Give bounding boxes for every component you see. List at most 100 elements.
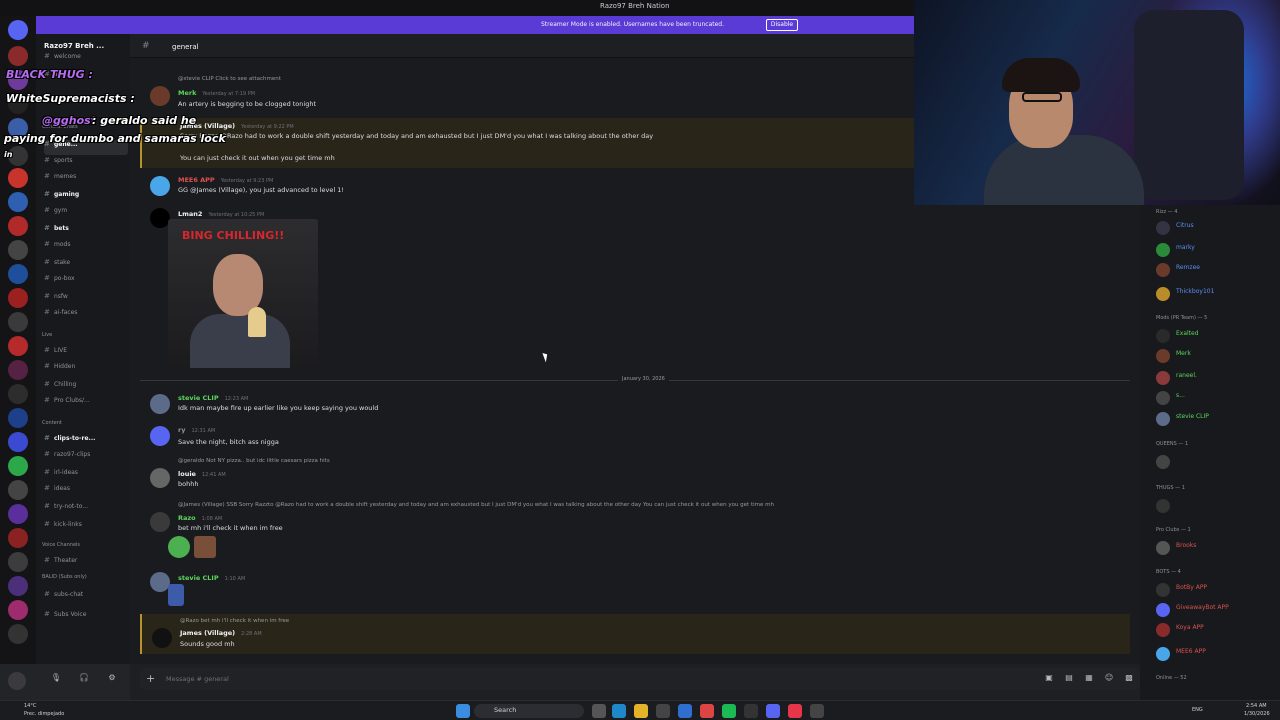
- channel-item[interactable]: # Subs Voice: [44, 610, 128, 625]
- channel-category[interactable]: Live: [42, 332, 52, 338]
- member-item[interactable]: Koya APP: [1156, 623, 1276, 637]
- channel-category[interactable]: BALID (Subs only): [42, 574, 87, 580]
- gift-icon[interactable]: ▣: [1044, 673, 1054, 683]
- channel-item[interactable]: # po-box: [44, 274, 128, 289]
- apps-icon[interactable]: ▩: [1124, 673, 1134, 683]
- member-item[interactable]: [1156, 499, 1276, 513]
- message-input[interactable]: [166, 672, 986, 686]
- microphone-icon[interactable]: 🎙: [50, 673, 62, 685]
- server-icon[interactable]: [8, 336, 28, 356]
- reply-preview[interactable]: @stevie CLIP Click to see attachment: [178, 76, 281, 82]
- member-item[interactable]: Merk: [1156, 349, 1276, 363]
- reply-preview[interactable]: @Razo bet mh i'll check it when im free: [180, 618, 289, 624]
- server-icon[interactable]: [8, 312, 28, 332]
- channel-item[interactable]: # welcome: [44, 52, 128, 67]
- avatar[interactable]: [150, 208, 170, 228]
- server-icon[interactable]: [8, 480, 28, 500]
- channel-item[interactable]: # Hidden: [44, 362, 128, 377]
- channel-item[interactable]: # nsfw: [44, 292, 128, 307]
- task-view-icon[interactable]: [592, 704, 606, 718]
- obs-icon[interactable]: [744, 704, 758, 718]
- message-author[interactable]: stevie CLIP 1:10 AM: [178, 574, 245, 582]
- member-item[interactable]: Thickboy101: [1156, 287, 1276, 301]
- file-explorer-icon[interactable]: [634, 704, 648, 718]
- channel-item[interactable]: # bets: [44, 224, 128, 239]
- message-highlighted[interactable]: @Razo bet mh i'll check it when im free …: [140, 614, 1130, 654]
- server-icon[interactable]: [8, 384, 28, 404]
- avatar[interactable]: [150, 468, 170, 488]
- reply-preview[interactable]: @James (Village) SSB Sorry Razzto @Razo …: [178, 502, 774, 508]
- attachment-image[interactable]: [168, 584, 184, 606]
- headphones-icon[interactable]: 🎧: [78, 673, 90, 685]
- discord-taskbar-icon[interactable]: [766, 704, 780, 718]
- discord-home-icon[interactable]: [8, 20, 28, 40]
- server-icon[interactable]: [8, 216, 28, 236]
- language-indicator[interactable]: ENG: [1192, 707, 1203, 713]
- channel-item[interactable]: # Theater: [44, 556, 128, 571]
- server-icon[interactable]: [8, 264, 28, 284]
- bot-avatar[interactable]: [150, 176, 170, 196]
- weather-temp[interactable]: 14°C: [24, 703, 36, 709]
- server-icon[interactable]: [8, 600, 28, 620]
- message-author[interactable]: Lman2 Yesterday at 10:25 PM: [178, 210, 264, 218]
- server-icon[interactable]: [8, 408, 28, 428]
- server-icon[interactable]: [8, 192, 28, 212]
- server-icon[interactable]: [8, 288, 28, 308]
- mail-icon[interactable]: [678, 704, 692, 718]
- store-icon[interactable]: [656, 704, 670, 718]
- channel-item[interactable]: # Pro Clubs/...: [44, 396, 128, 411]
- member-item[interactable]: MEE6 APP: [1156, 647, 1276, 661]
- message-author[interactable]: MEE6 APP Yesterday at 9:23 PM: [178, 176, 273, 184]
- settings-gear-icon[interactable]: ⚙: [106, 673, 118, 685]
- app-icon[interactable]: [810, 704, 824, 718]
- member-item[interactable]: BotBy APP: [1156, 583, 1276, 597]
- chrome-icon[interactable]: [700, 704, 714, 718]
- server-icon[interactable]: [8, 360, 28, 380]
- message-author[interactable]: James (Village) Yesterday at 9:22 PM: [180, 122, 294, 130]
- channel-item[interactable]: # razo97-clips: [44, 450, 128, 465]
- sticker-icon[interactable]: ▦: [1084, 673, 1094, 683]
- channel-item[interactable]: # irl-ideas: [44, 468, 128, 483]
- channel-category[interactable]: Voice Channels: [42, 542, 80, 548]
- user-avatar[interactable]: [8, 672, 26, 690]
- member-item[interactable]: s...: [1156, 391, 1276, 405]
- channel-item[interactable]: # Chilling: [44, 380, 128, 395]
- server-icon[interactable]: [8, 528, 28, 548]
- channel-item[interactable]: # memes: [44, 172, 128, 187]
- emoji-icon[interactable]: ☺: [1104, 673, 1114, 683]
- member-item[interactable]: [1156, 455, 1276, 469]
- channel-item[interactable]: # gym: [44, 206, 128, 221]
- taskbar-search[interactable]: Search: [474, 704, 584, 718]
- member-item[interactable]: stevie CLIP: [1156, 412, 1276, 426]
- message[interactable]: @James (Village) SSB Sorry Razzto @Razo …: [140, 500, 1130, 562]
- channel-item[interactable]: # gaming: [44, 190, 128, 205]
- channel-item[interactable]: # LIVE: [44, 346, 128, 361]
- server-icon[interactable]: [8, 456, 28, 476]
- avatar[interactable]: [152, 628, 172, 648]
- server-icon[interactable]: [8, 46, 28, 66]
- message-author[interactable]: Razo 1:08 AM: [178, 514, 222, 522]
- message-author[interactable]: James (Village) 2:28 AM: [180, 629, 262, 637]
- message[interactable]: ry 12:31 AM Save the night, bitch ass nig…: [140, 424, 1130, 450]
- member-item[interactable]: Citrus: [1156, 221, 1276, 235]
- server-icon[interactable]: [8, 240, 28, 260]
- avatar[interactable]: [150, 572, 170, 592]
- member-item[interactable]: raneel.: [1156, 371, 1276, 385]
- sticker-green-dot[interactable]: [168, 536, 190, 558]
- spotify-icon[interactable]: [722, 704, 736, 718]
- channel-item[interactable]: # stake: [44, 258, 128, 273]
- avatar[interactable]: [150, 86, 170, 106]
- channel-item[interactable]: # subs-chat: [44, 590, 128, 605]
- channel-item[interactable]: # ideas: [44, 484, 128, 499]
- member-item[interactable]: GiveawayBot APP: [1156, 603, 1276, 617]
- sticker-image[interactable]: [194, 536, 216, 558]
- channel-item[interactable]: # kick-links: [44, 520, 128, 535]
- server-icon[interactable]: [8, 504, 28, 524]
- attach-plus-icon[interactable]: +: [146, 672, 155, 685]
- server-icon[interactable]: [8, 432, 28, 452]
- gif-attachment[interactable]: BING CHILLING!!: [168, 219, 318, 368]
- music-icon[interactable]: [788, 704, 802, 718]
- avatar[interactable]: [150, 394, 170, 414]
- message[interactable]: stevie CLIP 12:23 AM Idk man maybe fire u…: [140, 392, 1130, 418]
- channel-category[interactable]: Content: [42, 420, 62, 426]
